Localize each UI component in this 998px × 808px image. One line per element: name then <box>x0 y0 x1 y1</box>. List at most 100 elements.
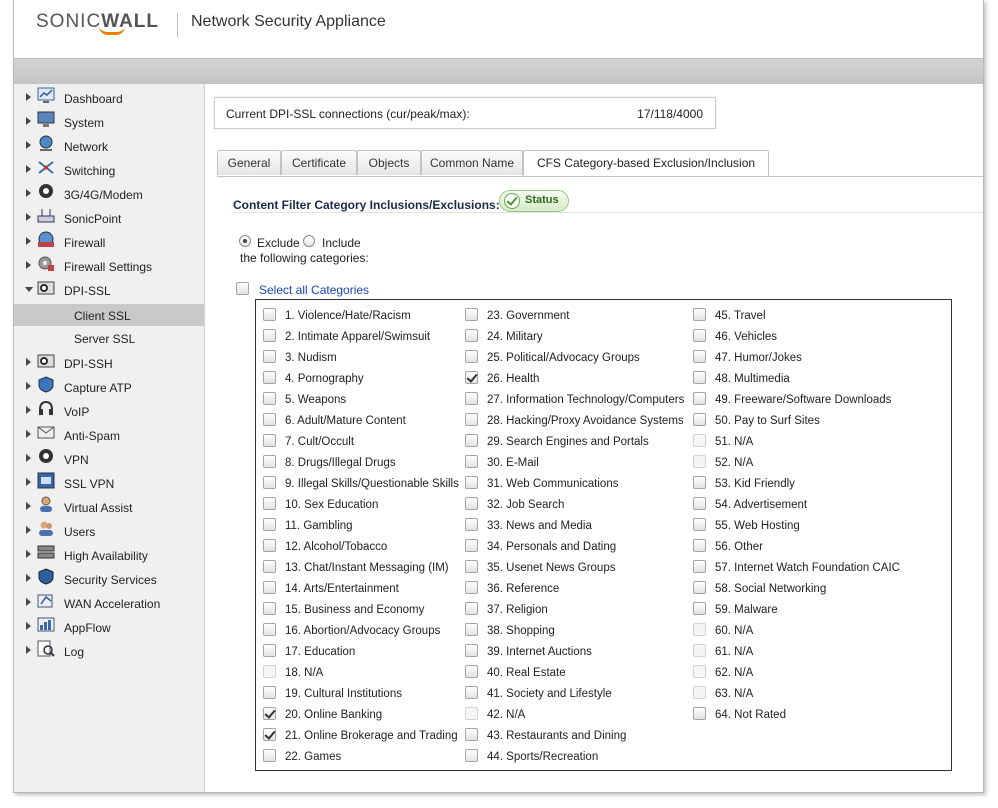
chevron-right-icon[interactable] <box>26 382 31 390</box>
category-checkbox[interactable] <box>263 455 276 468</box>
category-checkbox[interactable] <box>263 434 276 447</box>
category-checkbox[interactable] <box>465 518 478 531</box>
sidebar-item-dpi-ssh[interactable]: DPI-SSH <box>14 351 204 375</box>
category-checkbox[interactable] <box>465 455 478 468</box>
category-checkbox[interactable] <box>465 539 478 552</box>
sidebar-item-security-services[interactable]: Security Services <box>14 567 204 591</box>
category-checkbox[interactable] <box>263 602 276 615</box>
category-checkbox[interactable] <box>465 434 478 447</box>
category-checkbox[interactable] <box>693 413 706 426</box>
sidebar-item-firewall-settings[interactable]: Firewall Settings <box>14 254 204 278</box>
category-checkbox[interactable] <box>263 539 276 552</box>
category-checkbox[interactable] <box>693 539 706 552</box>
category-checkbox[interactable] <box>693 371 706 384</box>
category-checkbox[interactable] <box>465 329 478 342</box>
sidebar-item-vpn[interactable]: VPN <box>14 447 204 471</box>
sidebar-subitem-server-ssl[interactable]: Server SSL <box>14 327 204 349</box>
sidebar-item-users[interactable]: Users <box>14 519 204 543</box>
category-checkbox[interactable] <box>263 392 276 405</box>
category-checkbox[interactable] <box>465 581 478 594</box>
include-radio[interactable] <box>303 235 315 247</box>
tab-cfs-category-based-exclusion-inclusion[interactable]: CFS Category-based Exclusion/Inclusion <box>523 150 769 177</box>
tab-certificate[interactable]: Certificate <box>281 150 357 175</box>
sidebar-item-appflow[interactable]: AppFlow <box>14 615 204 639</box>
category-checkbox[interactable] <box>693 581 706 594</box>
chevron-right-icon[interactable] <box>26 454 31 462</box>
category-checkbox[interactable] <box>693 308 706 321</box>
category-checkbox[interactable] <box>263 728 276 741</box>
sidebar-subitem-client-ssl[interactable]: Client SSL <box>14 304 204 326</box>
sidebar-item-system[interactable]: System <box>14 110 204 134</box>
category-checkbox[interactable] <box>465 308 478 321</box>
chevron-right-icon[interactable] <box>26 358 31 366</box>
category-checkbox[interactable] <box>465 665 478 678</box>
sidebar-item-dashboard[interactable]: Dashboard <box>14 86 204 110</box>
category-checkbox[interactable] <box>693 329 706 342</box>
sidebar-item-high-availability[interactable]: High Availability <box>14 543 204 567</box>
sidebar-item-switching[interactable]: Switching <box>14 158 204 182</box>
chevron-right-icon[interactable] <box>26 502 31 510</box>
sidebar-item-3g-4g-modem[interactable]: 3G/4G/Modem <box>14 182 204 206</box>
exclude-radio[interactable] <box>239 235 251 247</box>
category-checkbox[interactable] <box>263 308 276 321</box>
category-checkbox[interactable] <box>693 476 706 489</box>
chevron-down-icon[interactable] <box>25 287 33 292</box>
chevron-right-icon[interactable] <box>26 189 31 197</box>
status-button[interactable]: Status <box>499 190 569 212</box>
chevron-right-icon[interactable] <box>26 430 31 438</box>
tab-objects[interactable]: Objects <box>357 150 421 175</box>
tab-common-name[interactable]: Common Name <box>421 150 523 175</box>
category-checkbox[interactable] <box>465 371 478 384</box>
category-checkbox[interactable] <box>693 560 706 573</box>
chevron-right-icon[interactable] <box>26 237 31 245</box>
category-checkbox[interactable] <box>263 707 276 720</box>
chevron-right-icon[interactable] <box>26 550 31 558</box>
sidebar-item-voip[interactable]: VoIP <box>14 399 204 423</box>
select-all-checkbox[interactable] <box>236 282 249 295</box>
chevron-right-icon[interactable] <box>26 574 31 582</box>
category-checkbox[interactable] <box>465 749 478 762</box>
category-checkbox[interactable] <box>263 518 276 531</box>
sidebar-item-capture-atp[interactable]: Capture ATP <box>14 375 204 399</box>
chevron-right-icon[interactable] <box>26 165 31 173</box>
category-checkbox[interactable] <box>465 644 478 657</box>
category-checkbox[interactable] <box>263 560 276 573</box>
category-checkbox[interactable] <box>465 413 478 426</box>
category-checkbox[interactable] <box>263 350 276 363</box>
sidebar-item-wan-acceleration[interactable]: WAN Acceleration <box>14 591 204 615</box>
chevron-right-icon[interactable] <box>26 646 31 654</box>
select-all-label[interactable]: Select all Categories <box>259 283 369 297</box>
sidebar-item-network[interactable]: Network <box>14 134 204 158</box>
category-checkbox[interactable] <box>693 350 706 363</box>
category-checkbox[interactable] <box>263 476 276 489</box>
category-checkbox[interactable] <box>693 497 706 510</box>
chevron-right-icon[interactable] <box>26 478 31 486</box>
sidebar-item-sonicpoint[interactable]: SonicPoint <box>14 206 204 230</box>
chevron-right-icon[interactable] <box>26 526 31 534</box>
category-checkbox[interactable] <box>693 602 706 615</box>
category-checkbox[interactable] <box>465 728 478 741</box>
sidebar-item-dpi-ssl[interactable]: DPI-SSL <box>14 278 204 302</box>
category-checkbox[interactable] <box>465 686 478 699</box>
sidebar-item-anti-spam[interactable]: Anti-Spam <box>14 423 204 447</box>
category-checkbox[interactable] <box>263 686 276 699</box>
chevron-right-icon[interactable] <box>26 406 31 414</box>
category-checkbox[interactable] <box>465 623 478 636</box>
category-checkbox[interactable] <box>693 392 706 405</box>
category-checkbox[interactable] <box>263 749 276 762</box>
category-checkbox[interactable] <box>263 413 276 426</box>
sidebar-item-ssl-vpn[interactable]: SSL VPN <box>14 471 204 495</box>
category-checkbox[interactable] <box>263 497 276 510</box>
chevron-right-icon[interactable] <box>26 261 31 269</box>
category-checkbox[interactable] <box>693 707 706 720</box>
category-checkbox[interactable] <box>693 518 706 531</box>
category-checkbox[interactable] <box>263 371 276 384</box>
sidebar-item-firewall[interactable]: Firewall <box>14 230 204 254</box>
category-checkbox[interactable] <box>263 581 276 594</box>
chevron-right-icon[interactable] <box>26 598 31 606</box>
category-checkbox[interactable] <box>263 623 276 636</box>
sidebar-item-log[interactable]: Log <box>14 639 204 663</box>
category-checkbox[interactable] <box>465 392 478 405</box>
category-checkbox[interactable] <box>465 560 478 573</box>
chevron-right-icon[interactable] <box>26 141 31 149</box>
